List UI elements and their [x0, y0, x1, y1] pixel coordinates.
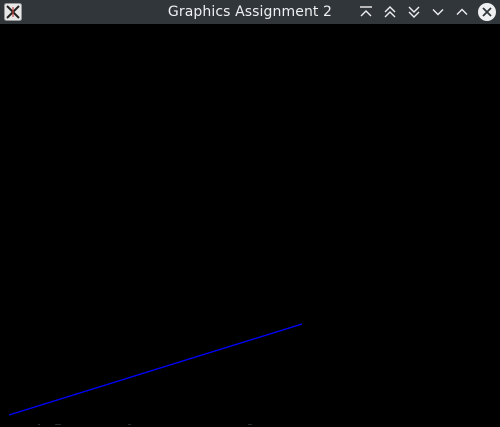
double-chevron-down-icon [408, 6, 420, 18]
maximize-button[interactable] [452, 2, 472, 22]
title-bar[interactable]: Graphics Assignment 2 [0, 0, 500, 24]
shade-up-button[interactable] [380, 2, 400, 22]
keep-above-button[interactable] [356, 2, 376, 22]
keep-above-icon [360, 6, 372, 17]
double-chevron-up-icon [384, 6, 396, 18]
close-button[interactable] [478, 3, 496, 21]
drawing-canvas[interactable] [0, 24, 500, 427]
chevron-up-icon [456, 8, 468, 15]
close-icon [482, 7, 492, 17]
x-window-icon[interactable] [4, 3, 22, 21]
chevron-down-icon [432, 9, 444, 16]
shade-down-button[interactable] [404, 2, 424, 22]
app-window: Graphics Assignment 2 [0, 0, 500, 427]
minimize-button[interactable] [428, 2, 448, 22]
window-controls [352, 2, 496, 22]
canvas-background [0, 24, 500, 427]
